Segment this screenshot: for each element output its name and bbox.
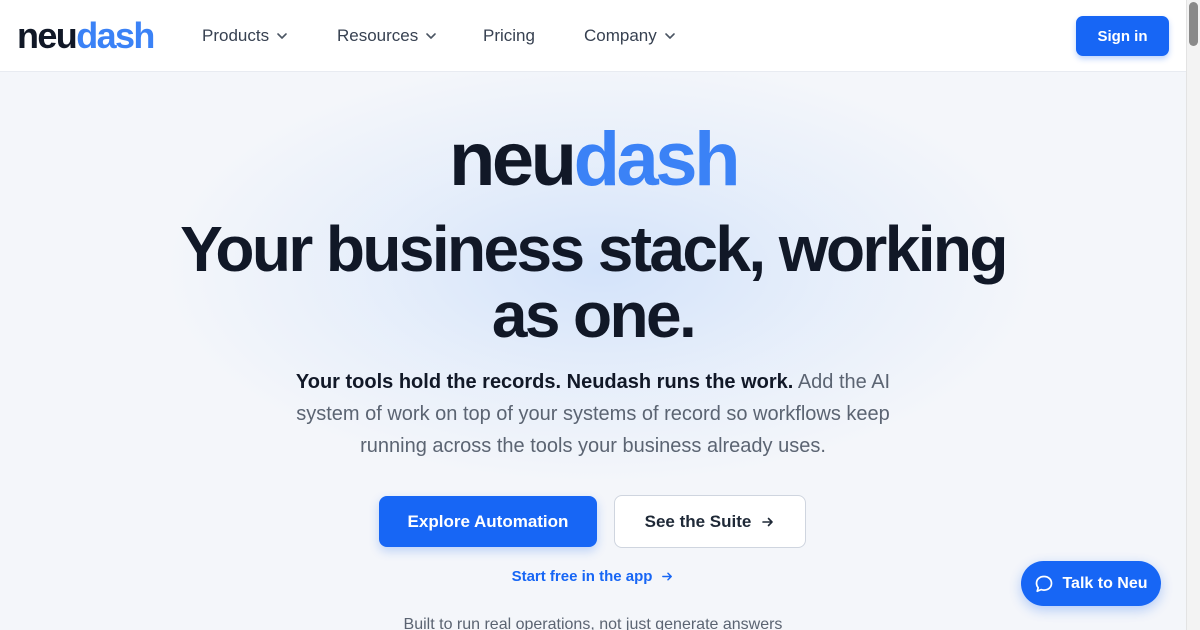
nav-item-company[interactable]: Company: [584, 26, 677, 46]
chat-bubble-icon: [1036, 575, 1053, 592]
hero-headline-line-2: as one.: [491, 279, 697, 351]
sign-in-button[interactable]: Sign in: [1076, 16, 1169, 56]
page: neudash Products Resources Pricing Compa…: [0, 0, 1200, 630]
page-scrollbar[interactable]: [1186, 0, 1200, 630]
hero-logo-text-neu: neu: [448, 117, 577, 202]
nav-item-label: Products: [202, 26, 270, 45]
nav-item-label: Pricing: [483, 26, 535, 45]
hero-subtext: Your tools hold the records. Neudash run…: [270, 366, 916, 462]
chevron-down-icon: [277, 33, 287, 39]
hero-logo: neudash: [0, 118, 1186, 202]
hero-headline: Your business stack, working as one.: [160, 216, 1026, 348]
nav-item-products[interactable]: Products: [202, 26, 289, 46]
chevron-down-icon: [426, 33, 437, 39]
logo-text-dash: dash: [76, 15, 155, 56]
header-logo[interactable]: neudash: [17, 15, 155, 56]
nav-item-pricing[interactable]: Pricing: [483, 26, 535, 46]
nav-item-resources[interactable]: Resources: [337, 26, 438, 46]
scrollbar-thumb[interactable]: [1189, 2, 1198, 46]
start-free-label: Start free in the app: [511, 568, 653, 585]
nav-item-label: Company: [584, 26, 657, 45]
see-the-suite-button[interactable]: See the Suite: [614, 495, 806, 548]
hero-subtext-strong: Your tools hold the records. Neudash run…: [295, 371, 794, 393]
arrow-right-icon: [762, 517, 774, 526]
nav-item-label: Resources: [337, 26, 419, 45]
chevron-down-icon: [664, 33, 675, 39]
see-the-suite-label: See the Suite: [644, 511, 752, 531]
site-header: neudash Products Resources Pricing Compa…: [0, 0, 1186, 72]
explore-automation-button[interactable]: Explore Automation: [379, 496, 597, 547]
logo-text-neu: neu: [17, 15, 78, 56]
arrow-right-icon: [662, 572, 673, 581]
talk-to-neu-label: Talk to Neu: [1062, 574, 1148, 592]
hero-headline-line-1: Your business stack, working: [180, 213, 1008, 285]
hero-tagline: Built to run real operations, not just g…: [403, 616, 783, 630]
hero-logo-text-dash: dash: [573, 117, 741, 202]
start-free-link[interactable]: Start free in the app: [0, 568, 1186, 585]
talk-to-neu-button[interactable]: Talk to Neu: [1021, 561, 1161, 606]
